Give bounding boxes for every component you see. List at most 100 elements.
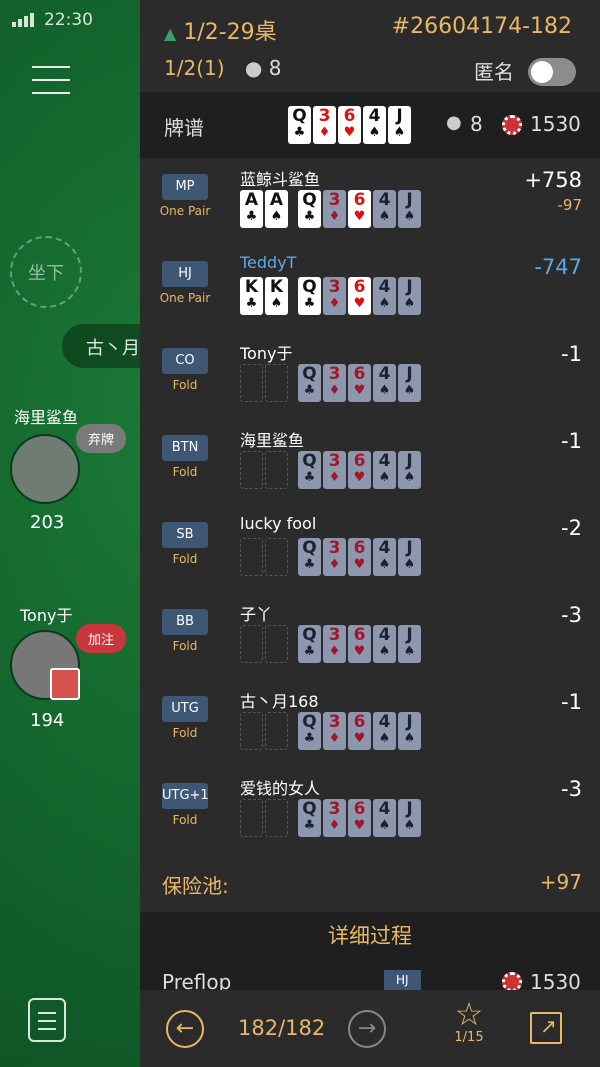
player-row[interactable]: HJ One Pair TeddyT -747 K ♣ K ♠ Q ♣ 3 ♦ 6 ♥ 4 ♠ J ♠ xyxy=(140,247,600,333)
card-back-icon xyxy=(50,668,80,700)
player-row[interactable]: CO Fold Tony于 -1 Q ♣ 3 ♦ 6 ♥ 4 ♠ J ♠ xyxy=(140,334,600,420)
playing-card xyxy=(265,538,288,576)
player-row[interactable]: MP One Pair 蓝鲸斗鲨鱼 +758 -97 A ♣ A ♠ Q ♣ 3 ♦ 6 ♥ 4 ♠ J ♠ xyxy=(140,160,600,246)
playing-card: J ♠ xyxy=(398,625,421,663)
player-action: Fold xyxy=(172,378,198,392)
hand-history-panel: ▲ 1/2-29桌 #26604174-182 1/2(1) ● 8 匿名 牌谱… xyxy=(140,0,600,1067)
insurance-result: -97 xyxy=(557,196,583,214)
detail-section: 详细过程 Preflop HJ 1530 xyxy=(140,912,600,994)
playing-card: Q ♣ xyxy=(298,451,321,489)
page-counter: 182/182 xyxy=(238,1016,326,1040)
menu-icon[interactable] xyxy=(32,66,70,96)
list-icon[interactable] xyxy=(28,998,66,1042)
playing-card: K ♠ xyxy=(265,277,288,315)
arrow-right-icon: → xyxy=(357,1016,377,1041)
street-pos: HJ xyxy=(384,970,421,990)
person-icon: ● xyxy=(244,56,263,80)
playing-card: A ♠ xyxy=(265,190,288,228)
playing-card: Q ♣ xyxy=(298,799,321,837)
playing-card xyxy=(240,625,263,663)
anon-label: 匿名 xyxy=(474,60,514,84)
playing-card: Q ♣ xyxy=(298,277,321,315)
player-action: One Pair xyxy=(159,291,211,305)
favorite-button[interactable]: ☆ 1/15 xyxy=(446,998,492,1045)
player-result: -1 xyxy=(561,342,582,366)
playing-card: Q ♣ xyxy=(298,190,321,228)
player-action: Fold xyxy=(172,813,198,827)
player-action: Fold xyxy=(172,465,198,479)
player-row[interactable]: BTN Fold 海里鲨鱼 -1 Q ♣ 3 ♦ 6 ♥ 4 ♠ J ♠ xyxy=(140,421,600,507)
player-row[interactable]: UTG+1 Fold 爱钱的女人 -3 Q ♣ 3 ♦ 6 ♥ 4 ♠ J ♠ xyxy=(140,769,600,855)
panel-header: ▲ 1/2-29桌 #26604174-182 xyxy=(164,14,582,45)
player-result: -2 xyxy=(561,516,582,540)
car-icon: ▲ xyxy=(164,24,177,43)
playing-card: 6 ♥ xyxy=(348,277,371,315)
playing-card: 4 ♠ xyxy=(373,799,396,837)
insurance-label: 保险池: xyxy=(162,874,229,898)
player-cards: Q ♣ 3 ♦ 6 ♥ 4 ♠ J ♠ xyxy=(240,364,421,402)
playing-card: 4 ♠ xyxy=(373,538,396,576)
playing-card: 6 ♥ xyxy=(338,106,361,144)
playing-card: Q ♣ xyxy=(298,364,321,402)
insurance-row: 保险池: +97 xyxy=(140,860,600,908)
player-name: lucky fool xyxy=(240,514,317,533)
signal-icon xyxy=(12,13,34,27)
seat-name: 海里鲨鱼 xyxy=(14,408,79,427)
board-bar: 牌谱 Q ♣ 3 ♦ 6 ♥ 4 ♠ J ♠ ● 8 1530 xyxy=(140,92,600,158)
clock: 22:30 xyxy=(44,10,93,30)
playing-card: 4 ♠ xyxy=(373,277,396,315)
player-row[interactable]: BB Fold 子丫 -3 Q ♣ 3 ♦ 6 ♥ 4 ♠ J ♠ xyxy=(140,595,600,681)
player-cards: K ♣ K ♠ Q ♣ 3 ♦ 6 ♥ 4 ♠ J ♠ xyxy=(240,277,421,315)
playing-card: Q ♣ xyxy=(288,106,311,144)
playing-card: 4 ♠ xyxy=(373,190,396,228)
player-action: Fold xyxy=(172,552,198,566)
next-hand-button[interactable]: → xyxy=(348,1010,386,1048)
player-name: 古丶月168 xyxy=(240,692,319,711)
playing-card xyxy=(240,712,263,750)
player-row[interactable]: SB Fold lucky fool -2 Q ♣ 3 ♦ 6 ♥ 4 ♠ J ♠ xyxy=(140,508,600,594)
playing-card xyxy=(240,538,263,576)
playing-card: 6 ♥ xyxy=(348,538,371,576)
playing-card: J ♠ xyxy=(398,712,421,750)
player-cards: Q ♣ 3 ♦ 6 ♥ 4 ♠ J ♠ xyxy=(240,625,421,663)
person-icon: ● xyxy=(446,112,462,133)
position-badge: BTN xyxy=(162,435,208,461)
sit-down-button[interactable]: 坐下 xyxy=(10,236,82,308)
player-row[interactable]: UTG Fold 古丶月168 -1 Q ♣ 3 ♦ 6 ♥ 4 ♠ J ♠ xyxy=(140,682,600,768)
position-badge: SB xyxy=(162,522,208,548)
playing-card: J ♠ xyxy=(398,364,421,402)
position-badge: UTG xyxy=(162,696,208,722)
playing-card xyxy=(265,364,288,402)
position-badge: BB xyxy=(162,609,208,635)
seat-name: Tony于 xyxy=(20,606,73,625)
playing-card: 3 ♦ xyxy=(323,538,346,576)
player-result: -747 xyxy=(534,255,582,279)
seat-chips: 203 xyxy=(30,512,65,533)
player-action: Fold xyxy=(172,726,198,740)
board-pot: 1530 xyxy=(530,112,581,136)
playing-card: 3 ♦ xyxy=(323,277,346,315)
playing-card xyxy=(265,799,288,837)
playing-card xyxy=(240,799,263,837)
playing-card: K ♣ xyxy=(240,277,263,315)
avatar[interactable] xyxy=(10,434,80,504)
position-badge: MP xyxy=(162,174,208,200)
player-name: 蓝鲸斗鲨鱼 xyxy=(240,170,321,189)
star-icon: ☆ xyxy=(454,995,484,1033)
playing-card: 3 ♦ xyxy=(313,106,336,144)
playing-card: J ♠ xyxy=(398,277,421,315)
chip-icon xyxy=(502,972,522,992)
player-action: Fold xyxy=(172,639,198,653)
playing-card xyxy=(240,451,263,489)
position-badge: HJ xyxy=(162,261,208,287)
detail-title[interactable]: 详细过程 xyxy=(140,920,600,950)
player-result: +758 xyxy=(524,168,582,192)
arrow-left-icon: ← xyxy=(175,1016,195,1041)
playing-card: 4 ♠ xyxy=(363,106,386,144)
share-icon[interactable]: ↗ xyxy=(530,1012,562,1044)
anon-toggle[interactable] xyxy=(528,58,576,86)
playing-card xyxy=(240,364,263,402)
hand-id: #26604174-182 xyxy=(391,14,572,39)
playing-card xyxy=(265,451,288,489)
prev-hand-button[interactable]: ← xyxy=(166,1010,204,1048)
